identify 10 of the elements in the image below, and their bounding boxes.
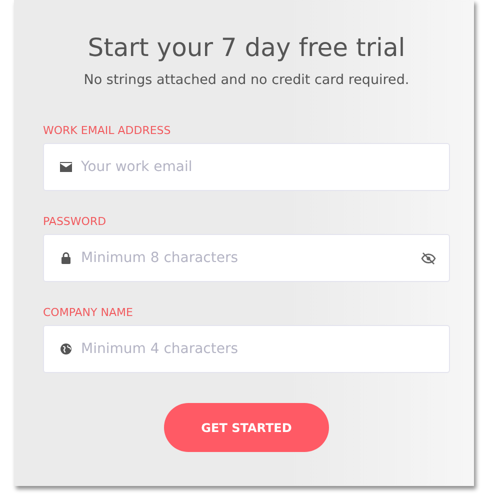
password-field[interactable]: Minimum 8 characters (43, 234, 450, 282)
form-title: Start your 7 day free trial (86, 32, 406, 64)
field-label: WORK EMAIL ADDRESS (43, 124, 172, 137)
field-label: PASSWORD (43, 215, 108, 228)
company-field[interactable]: Minimum 4 characters (43, 325, 450, 373)
form-subtitle: No strings attached and no credit card required. (82, 72, 410, 88)
get-started-button[interactable]: GET STARTED (164, 403, 329, 452)
field-label: COMPANY NAME (43, 306, 134, 319)
email-field[interactable]: Your work email (43, 143, 450, 191)
hide-password-icon[interactable] (421, 252, 436, 265)
